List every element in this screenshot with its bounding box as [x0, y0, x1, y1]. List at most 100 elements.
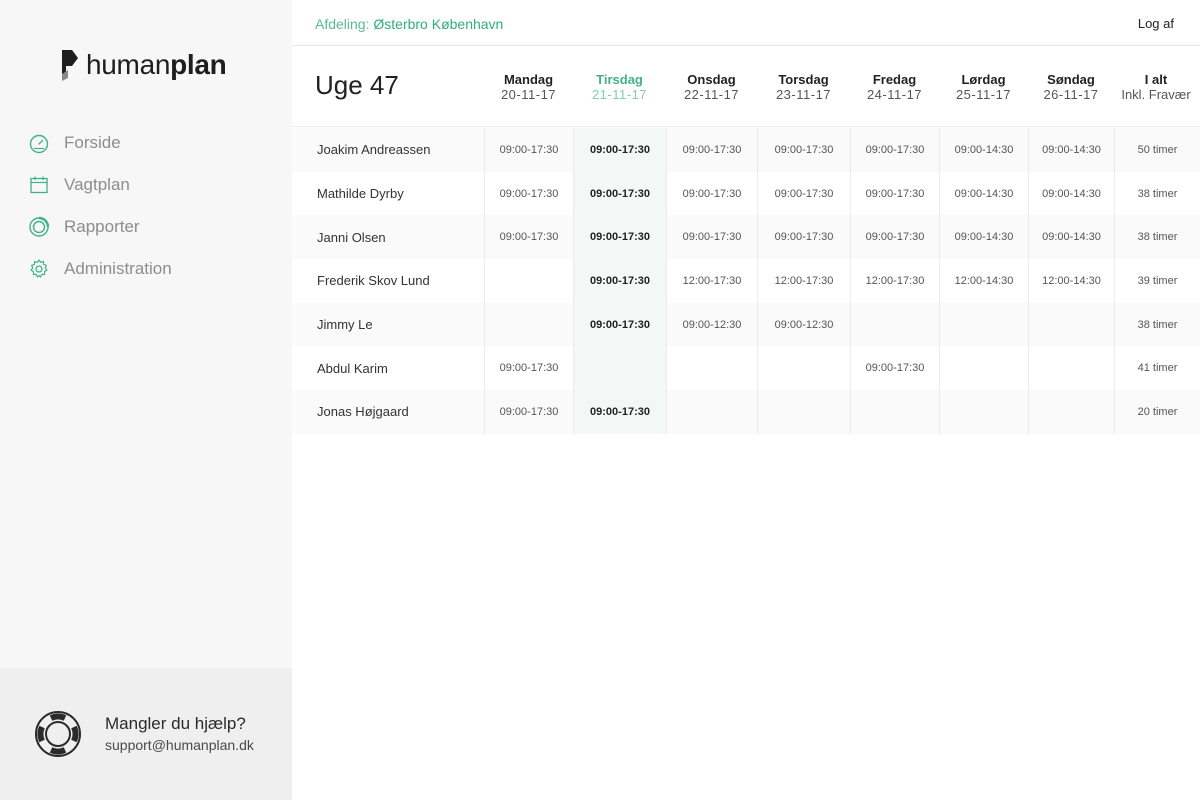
shift-cell[interactable]: [484, 259, 573, 303]
shift-cell[interactable]: [939, 390, 1028, 434]
total-hours: 41 timer: [1114, 346, 1200, 391]
shift-cell[interactable]: 09:00-17:30: [850, 215, 939, 260]
column-header-total: I alt Inkl. Fravær: [1111, 72, 1200, 102]
department-selector[interactable]: Afdeling: Østerbro København: [315, 16, 503, 32]
shift-cell[interactable]: 12:00-17:30: [666, 259, 757, 303]
nav-item-label: Administration: [64, 259, 172, 278]
shift-cell[interactable]: 09:00-17:30: [484, 346, 573, 391]
brand-logo[interactable]: humanplan: [60, 48, 227, 82]
dashboard-gauge-icon: [28, 132, 50, 154]
total-hours: 39 timer: [1114, 259, 1200, 303]
day-name: Fredag: [872, 72, 917, 87]
nav-item-administration[interactable]: Administration: [28, 248, 278, 290]
nav-item-forside[interactable]: Forside: [28, 122, 278, 164]
shift-cell[interactable]: [850, 302, 939, 347]
week-title: Uge 47: [315, 70, 399, 100]
lifebuoy-icon: [35, 711, 81, 757]
day-name: Torsdag: [778, 72, 829, 87]
shift-cell[interactable]: [939, 302, 1028, 347]
day-name: Søndag: [1047, 72, 1095, 87]
shift-cell[interactable]: 09:00-17:30: [666, 215, 757, 260]
shift-cell[interactable]: 09:00-17:30: [573, 259, 666, 303]
employee-name[interactable]: Jimmy Le: [292, 303, 484, 347]
shift-cell[interactable]: 09:00-14:30: [1028, 215, 1114, 260]
shift-cell[interactable]: 09:00-17:30: [757, 171, 850, 216]
employee-name[interactable]: Jonas Højgaard: [292, 390, 484, 434]
shift-cell[interactable]: 12:00-17:30: [850, 259, 939, 303]
employee-name[interactable]: Frederik Skov Lund: [292, 259, 484, 303]
calendar-icon: [28, 174, 50, 196]
employee-name[interactable]: Joakim Andreassen: [292, 128, 484, 172]
shift-cell[interactable]: 09:00-14:30: [939, 171, 1028, 216]
shift-cell[interactable]: 12:00-17:30: [757, 259, 850, 303]
shift-cell[interactable]: 09:00-17:30: [850, 171, 939, 216]
shift-cell[interactable]: 09:00-17:30: [850, 346, 939, 391]
column-header-day: Fredag 24-11-17: [850, 72, 940, 102]
shift-cell[interactable]: [850, 390, 939, 434]
shift-cell[interactable]: 12:00-14:30: [939, 259, 1028, 303]
employee-name[interactable]: Mathilde Dyrby: [292, 172, 484, 216]
shift-cell[interactable]: 09:00-14:30: [1028, 128, 1114, 172]
table-row[interactable]: Joakim Andreassen 09:00-17:30 09:00-17:30 0…: [292, 128, 1200, 172]
schedule-grid: Joakim Andreassen 09:00-17:30 09:00-17:30 0…: [292, 128, 1200, 434]
table-row[interactable]: Jimmy Le 09:00-17:30 09:00-12:30 09:00-12:3…: [292, 302, 1200, 347]
shift-cell[interactable]: 09:00-14:30: [1028, 171, 1114, 216]
shift-cell[interactable]: [939, 346, 1028, 391]
shift-cell[interactable]: 09:00-17:30: [573, 128, 666, 172]
day-date: 20-11-17: [500, 87, 557, 102]
day-name: Onsdag: [687, 72, 736, 87]
shift-cell[interactable]: 09:00-17:30: [666, 171, 757, 216]
shift-cell[interactable]: 09:00-17:30: [850, 128, 939, 172]
shift-cell[interactable]: 09:00-17:30: [484, 128, 573, 172]
shift-cell[interactable]: [757, 390, 850, 434]
nav-item-rapporter[interactable]: Rapporter: [28, 206, 278, 248]
shift-cell[interactable]: [1028, 390, 1114, 434]
gear-icon: [28, 258, 50, 280]
shift-cell[interactable]: 09:00-14:30: [939, 128, 1028, 172]
shift-cell[interactable]: [757, 346, 850, 391]
shift-cell[interactable]: 09:00-12:30: [757, 302, 850, 347]
shift-cell[interactable]: 09:00-17:30: [484, 215, 573, 260]
nav-item-label: Vagtplan: [64, 175, 130, 194]
shift-cell[interactable]: [1028, 302, 1114, 347]
brand-name-bold: plan: [170, 49, 227, 80]
shift-cell[interactable]: [573, 346, 666, 391]
column-header-day: Tirsdag 21-11-17: [575, 72, 665, 102]
table-row[interactable]: Janni Olsen 09:00-17:30 09:00-17:30 09:00-1…: [292, 215, 1200, 260]
shift-cell[interactable]: 09:00-17:30: [573, 215, 666, 260]
column-header-day: Lørdag 25-11-17: [939, 72, 1029, 102]
shift-cell[interactable]: 09:00-14:30: [939, 215, 1028, 260]
shift-cell[interactable]: 09:00-17:30: [484, 390, 573, 434]
column-header-day: Torsdag 23-11-17: [759, 72, 849, 102]
shift-cell[interactable]: [666, 390, 757, 434]
total-hours: 38 timer: [1114, 302, 1200, 347]
nav-item-vagtplan[interactable]: Vagtplan: [28, 164, 278, 206]
shift-cell[interactable]: 12:00-14:30: [1028, 259, 1114, 303]
shift-cell[interactable]: [1028, 346, 1114, 391]
shift-cell[interactable]: 09:00-12:30: [666, 302, 757, 347]
employee-name[interactable]: Janni Olsen: [292, 215, 484, 259]
shift-cell[interactable]: 09:00-17:30: [484, 171, 573, 216]
sidebar: humanplan Forside Vagtplan Rapporter Adm…: [0, 0, 292, 800]
day-date: 21-11-17: [591, 87, 648, 102]
total-hours: 20 timer: [1114, 390, 1200, 434]
table-row[interactable]: Jonas Højgaard 09:00-17:30 09:00-17:30 20 t…: [292, 390, 1200, 434]
shift-cell[interactable]: 09:00-17:30: [757, 128, 850, 172]
support-email-link[interactable]: support@humanplan.dk: [105, 737, 254, 753]
employee-name[interactable]: Abdul Karim: [292, 346, 484, 390]
shift-cell[interactable]: 09:00-17:30: [573, 302, 666, 347]
shift-cell[interactable]: 09:00-17:30: [573, 390, 666, 434]
shift-cell[interactable]: [666, 346, 757, 391]
total-hours: 50 timer: [1114, 128, 1200, 172]
column-header-day: Mandag 20-11-17: [484, 72, 574, 102]
shift-cell[interactable]: 09:00-17:30: [573, 171, 666, 216]
column-header-day: Søndag 26-11-17: [1026, 72, 1116, 102]
table-row[interactable]: Abdul Karim 09:00-17:30 09:00-17:30 41 time…: [292, 346, 1200, 391]
shift-cell[interactable]: 09:00-17:30: [757, 215, 850, 260]
day-date: 22-11-17: [683, 87, 740, 102]
table-row[interactable]: Frederik Skov Lund 09:00-17:30 12:00-17:30…: [292, 259, 1200, 303]
shift-cell[interactable]: 09:00-17:30: [666, 128, 757, 172]
logout-button[interactable]: Log af: [1138, 16, 1174, 31]
shift-cell[interactable]: [484, 302, 573, 347]
table-row[interactable]: Mathilde Dyrby 09:00-17:30 09:00-17:30 09:0…: [292, 171, 1200, 216]
